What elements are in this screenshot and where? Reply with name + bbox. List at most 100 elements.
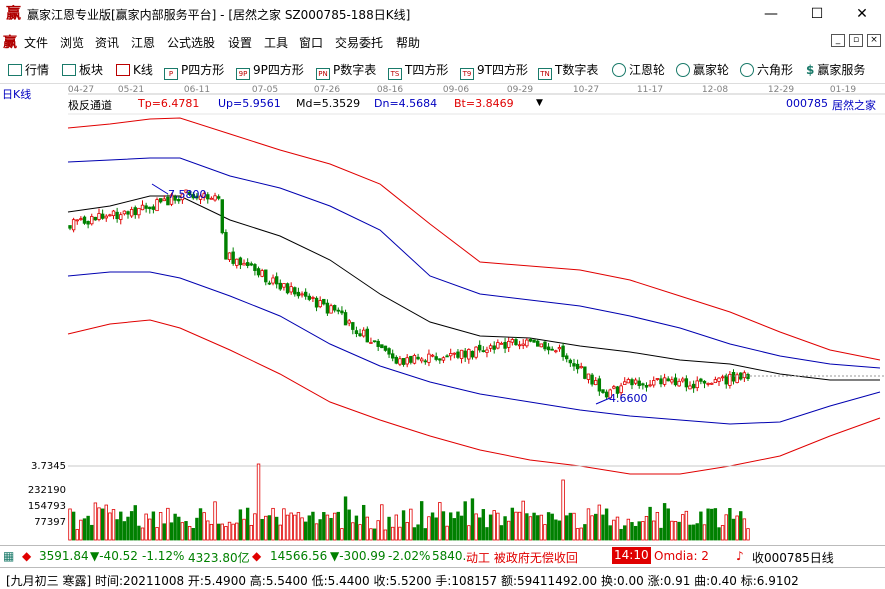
app-logo-icon: 赢	[5, 4, 21, 22]
menu-window[interactable]: 窗口	[299, 34, 323, 51]
toolbar-hexagon-button[interactable]: 六角形	[740, 61, 793, 79]
volume-bar	[691, 524, 696, 541]
volume-bar	[568, 512, 573, 541]
candle-body	[438, 358, 442, 361]
candle-body	[376, 340, 380, 347]
candle-body	[401, 358, 406, 365]
volume-bar	[452, 518, 457, 541]
mdi-close-button[interactable]: ×	[867, 34, 881, 47]
grid-icon	[8, 64, 22, 76]
candle-body	[528, 338, 533, 342]
candle-body	[97, 213, 101, 220]
toolbar-quotes-button[interactable]: 行情	[8, 61, 49, 79]
candle-body	[706, 382, 710, 385]
9p-square-icon: 9P	[236, 68, 250, 80]
candle-body	[416, 356, 420, 360]
volume-bar	[485, 527, 489, 541]
index-grid-icon[interactable]: ▦	[3, 549, 14, 563]
candle-body	[575, 363, 580, 370]
menu-info[interactable]: 资讯	[95, 34, 119, 51]
close-button[interactable]: ✕	[840, 0, 884, 28]
menu-settings[interactable]: 设置	[228, 34, 252, 51]
stock-code: 000785	[786, 97, 828, 110]
volume-bar	[423, 528, 428, 541]
menu-file[interactable]: 文件	[24, 34, 48, 51]
toolbar-9p-square-button[interactable]: 9P 9P四方形	[236, 61, 304, 80]
volume-bar	[260, 518, 264, 541]
minimize-button[interactable]: —	[749, 0, 793, 28]
candle-body	[343, 312, 348, 326]
candle-body	[347, 320, 351, 324]
candle-body	[231, 251, 235, 264]
news-omdia[interactable]: Omdia: 2	[654, 549, 709, 563]
volume-bar	[557, 520, 562, 541]
candle-body	[612, 386, 616, 389]
candle-body	[390, 353, 395, 359]
candle-body	[274, 276, 279, 285]
mdi-restore-button[interactable]: ▫	[849, 34, 863, 47]
candle-body	[238, 257, 243, 266]
index2-logo-icon: ◆	[252, 549, 262, 563]
candle-body	[488, 345, 493, 349]
indicator-tp: Tp=6.4781	[138, 97, 200, 110]
menu-formula-select[interactable]: 公式选股	[167, 34, 215, 51]
toolbar-sector-button[interactable]: 板块	[62, 61, 103, 79]
toolbar-label: P数字表	[333, 63, 377, 77]
mdi-minimize-button[interactable]: _	[831, 34, 845, 47]
volume-bar	[655, 511, 660, 541]
volume-bar	[673, 521, 678, 541]
candle-body	[655, 378, 660, 380]
volume-bar	[633, 525, 638, 541]
candle-body	[158, 198, 163, 203]
toolbar-gann-wheel-button[interactable]: 江恩轮	[612, 61, 665, 79]
volume-bar	[459, 515, 464, 541]
candle-body	[235, 258, 239, 266]
volume-bar	[387, 516, 391, 541]
volume-bar	[608, 525, 612, 541]
toolbar-kline-button[interactable]: K线	[116, 61, 153, 79]
candle-body	[623, 381, 627, 385]
toolbar-t-table-button[interactable]: TN T数字表	[538, 61, 598, 80]
menu-tools[interactable]: 工具	[264, 34, 288, 51]
volume-bar	[427, 516, 431, 541]
high-annotation-pointer	[151, 183, 169, 195]
candle-body	[140, 204, 145, 211]
menu-gann[interactable]: 江恩	[131, 34, 155, 51]
toolbar-label: 9P四方形	[253, 63, 304, 77]
toolbar-t-square-button[interactable]: TS T四方形	[388, 61, 448, 80]
candle-body	[448, 353, 453, 357]
volume-bar	[546, 512, 551, 541]
period-label: 日K线	[2, 88, 32, 101]
toolbar-winner-wheel-button[interactable]: 赢家轮	[676, 61, 729, 79]
p-square-icon: P	[164, 68, 178, 80]
dropdown-arrow-icon[interactable]: ▼	[536, 98, 543, 108]
bar-info-text: [九月初三 寒露] 时间:20211008 开:5.4900 高:5.5400 …	[6, 574, 799, 588]
toolbar: 行情 板块 K线 P P四方形 9P 9P四方形 PN P数字表 TS T四方形 T9 9…	[0, 56, 885, 84]
candle-body	[724, 375, 728, 385]
candle-body	[354, 330, 359, 335]
volume-bar	[710, 508, 714, 541]
kline-chart[interactable]: 04-27 05-21 06-11 07-05 07-26 08-16 09-06 09-29…	[0, 84, 885, 542]
candle-body	[361, 329, 366, 337]
maximize-button[interactable]: ☐	[795, 0, 839, 28]
toolbar-9t-square-button[interactable]: T9 9T四方形	[460, 61, 528, 80]
chart-area[interactable]: 04-27 05-21 06-11 07-05 07-26 08-16 09-06 09-29…	[0, 84, 885, 542]
volume-bar	[601, 514, 605, 541]
candle-body	[430, 354, 435, 357]
menu-logo-icon: 赢	[3, 35, 17, 51]
toolbar-service-button[interactable]: $ 赢家服务	[806, 61, 865, 79]
menu-trade[interactable]: 交易委托	[335, 34, 383, 51]
menu-help[interactable]: 帮助	[396, 34, 420, 51]
news-ticker[interactable]: 动工 被政府无偿收回	[466, 549, 578, 566]
candle-body	[267, 282, 272, 285]
candle-body	[626, 379, 631, 384]
menu-browse[interactable]: 浏览	[60, 34, 84, 51]
index-status-bar: ▦ ◆ 3591.84 ▼-40.52 -1.12% 4323.80亿 ◆ 14…	[0, 545, 885, 565]
volume-bar	[416, 524, 420, 541]
volume-bar	[521, 500, 525, 541]
toolbar-p-table-button[interactable]: PN P数字表	[316, 61, 377, 80]
toolbar-p-square-button[interactable]: P P四方形	[164, 61, 224, 80]
candle-body	[412, 355, 417, 364]
candle-body	[285, 283, 290, 294]
alert-bell-icon[interactable]: ♪	[736, 549, 744, 563]
